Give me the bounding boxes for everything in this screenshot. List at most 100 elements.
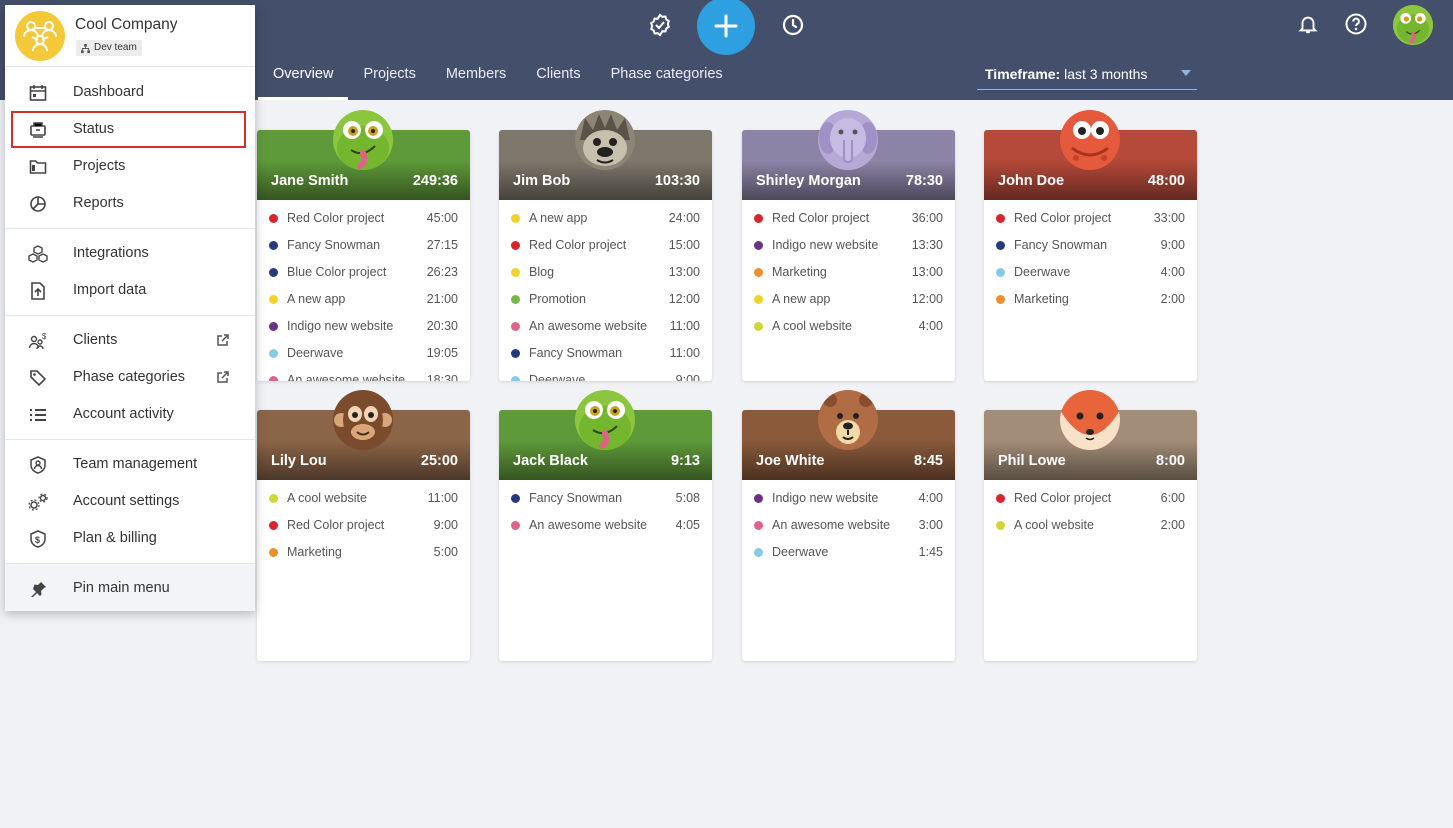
tab-phase-categories[interactable]: Phase categories	[596, 52, 738, 100]
project-color-dot	[511, 214, 520, 223]
member-name: Jim Bob	[513, 173, 571, 189]
bell-icon[interactable]	[1292, 8, 1324, 40]
project-time: 6:00	[1160, 491, 1185, 505]
list-icon	[27, 404, 49, 426]
menu-item-team-management[interactable]: Team management	[5, 446, 255, 483]
project-color-dot	[754, 521, 763, 530]
menu-item-reports[interactable]: Reports	[5, 185, 255, 222]
menu-item-label: Import data	[73, 282, 147, 298]
project-row[interactable]: Deerwave 4:00	[984, 259, 1197, 286]
menu-item-clients[interactable]: $ Clients	[5, 322, 255, 359]
project-color-dot	[511, 268, 520, 277]
project-row[interactable]: Indigo new website 4:00	[742, 485, 955, 512]
menu-item-label: Plan & billing	[73, 530, 157, 546]
check-badge-icon[interactable]	[640, 5, 680, 45]
project-row[interactable]: A new app 24:00	[499, 205, 712, 232]
add-button[interactable]	[697, 0, 755, 55]
project-row[interactable]: Deerwave 1:45	[742, 539, 955, 566]
project-row[interactable]: An awesome website 18:30	[257, 367, 470, 381]
timeframe-select[interactable]: Timeframe: last 3 months	[977, 62, 1197, 90]
project-name: Fancy Snowman	[529, 346, 623, 360]
project-row[interactable]: A cool website 11:00	[257, 485, 470, 512]
clock-icon[interactable]	[773, 5, 813, 45]
menu-item-account-settings[interactable]: Account settings	[5, 483, 255, 520]
project-row[interactable]: Red Color project 15:00	[499, 232, 712, 259]
project-list: Indigo new website 4:00 An awesome website…	[742, 480, 955, 566]
project-row[interactable]: Fancy Snowman 5:08	[499, 485, 712, 512]
project-row[interactable]: Marketing 5:00	[257, 539, 470, 566]
project-row[interactable]: Blog 13:00	[499, 259, 712, 286]
project-row[interactable]: Red Color project 36:00	[742, 205, 955, 232]
menu-item-import-data[interactable]: Import data	[5, 272, 255, 309]
project-color-dot	[511, 349, 520, 358]
tab-members[interactable]: Members	[431, 52, 521, 100]
menu-item-plan-billing[interactable]: $ Plan & billing	[5, 520, 255, 557]
project-time: 11:00	[669, 319, 700, 333]
project-row[interactable]: An awesome website 3:00	[742, 512, 955, 539]
project-time: 12:00	[668, 292, 700, 306]
project-row[interactable]: Indigo new website 20:30	[257, 313, 470, 340]
menu-item-label: Reports	[73, 195, 124, 211]
project-row[interactable]: Marketing 2:00	[984, 286, 1197, 313]
project-color-dot	[269, 322, 278, 331]
menu-item-status[interactable]: Status	[5, 111, 255, 148]
tab-projects[interactable]: Projects	[348, 52, 430, 100]
project-row[interactable]: A cool website 2:00	[984, 512, 1197, 539]
menu-item-integrations[interactable]: Integrations	[5, 235, 255, 272]
project-row[interactable]: An awesome website 11:00	[499, 313, 712, 340]
project-row[interactable]: Red Color project 9:00	[257, 512, 470, 539]
calendar-icon	[27, 82, 49, 104]
member-total-time: 25:00	[420, 453, 458, 469]
project-row[interactable]: Indigo new website 13:30	[742, 232, 955, 259]
project-row[interactable]: Fancy Snowman 27:15	[257, 232, 470, 259]
pie-chart-icon	[27, 193, 49, 215]
project-color-dot	[269, 376, 278, 381]
project-row[interactable]: Marketing 13:00	[742, 259, 955, 286]
pin-menu-row[interactable]: Pin main menu	[5, 563, 255, 611]
project-color-dot	[754, 322, 763, 331]
project-name: A cool website	[1014, 518, 1094, 532]
menu-item-account-activity[interactable]: Account activity	[5, 396, 255, 433]
project-color-dot	[754, 268, 763, 277]
project-name: Red Color project	[287, 518, 385, 532]
member-avatar	[1060, 390, 1120, 450]
project-name: Fancy Snowman	[529, 491, 623, 505]
project-name: An awesome website	[529, 319, 648, 333]
project-row[interactable]: Red Color project 45:00	[257, 205, 470, 232]
project-row[interactable]: Blue Color project 26:23	[257, 259, 470, 286]
member-name: Joe White	[756, 453, 825, 469]
tab-overview[interactable]: Overview	[258, 52, 349, 100]
project-color-dot	[754, 295, 763, 304]
project-row[interactable]: An awesome website 4:05	[499, 512, 712, 539]
project-row[interactable]: A new app 21:00	[257, 286, 470, 313]
project-list: Red Color project 36:00 Indigo new website…	[742, 200, 955, 340]
tab-clients[interactable]: Clients	[521, 52, 595, 100]
menu-item-projects[interactable]: Projects	[5, 148, 255, 185]
menu-item-phase-categories[interactable]: Phase categories	[5, 359, 255, 396]
project-row[interactable]: Deerwave 9:00	[499, 367, 712, 381]
help-icon[interactable]	[1340, 8, 1372, 40]
project-row[interactable]: A new app 12:00	[742, 286, 955, 313]
team-name: Dev team	[94, 42, 137, 53]
pin-menu-label: Pin main menu	[73, 580, 170, 596]
company-header[interactable]: Cool Company Dev team	[5, 5, 255, 67]
project-row[interactable]: Red Color project 6:00	[984, 485, 1197, 512]
project-color-dot	[511, 521, 520, 530]
project-name: Red Color project	[287, 211, 385, 225]
project-row[interactable]: Deerwave 19:05	[257, 340, 470, 367]
project-color-dot	[754, 214, 763, 223]
project-row[interactable]: Fancy Snowman 11:00	[499, 340, 712, 367]
project-name: Indigo new website	[772, 238, 879, 252]
project-row[interactable]: Red Color project 33:00	[984, 205, 1197, 232]
project-list: A new app 24:00 Red Color project 15:00 Blog…	[499, 200, 712, 381]
project-row[interactable]: Promotion 12:00	[499, 286, 712, 313]
project-name: A cool website	[772, 319, 852, 333]
project-list: Red Color project 45:00 Fancy Snowman 27:15…	[257, 200, 470, 381]
project-row[interactable]: A cool website 4:00	[742, 313, 955, 340]
project-color-dot	[269, 494, 278, 503]
project-color-dot	[269, 295, 278, 304]
member-total-time: 8:00	[1155, 453, 1185, 469]
user-avatar[interactable]	[1393, 5, 1433, 45]
project-row[interactable]: Fancy Snowman 9:00	[984, 232, 1197, 259]
menu-item-dashboard[interactable]: Dashboard	[5, 74, 255, 111]
